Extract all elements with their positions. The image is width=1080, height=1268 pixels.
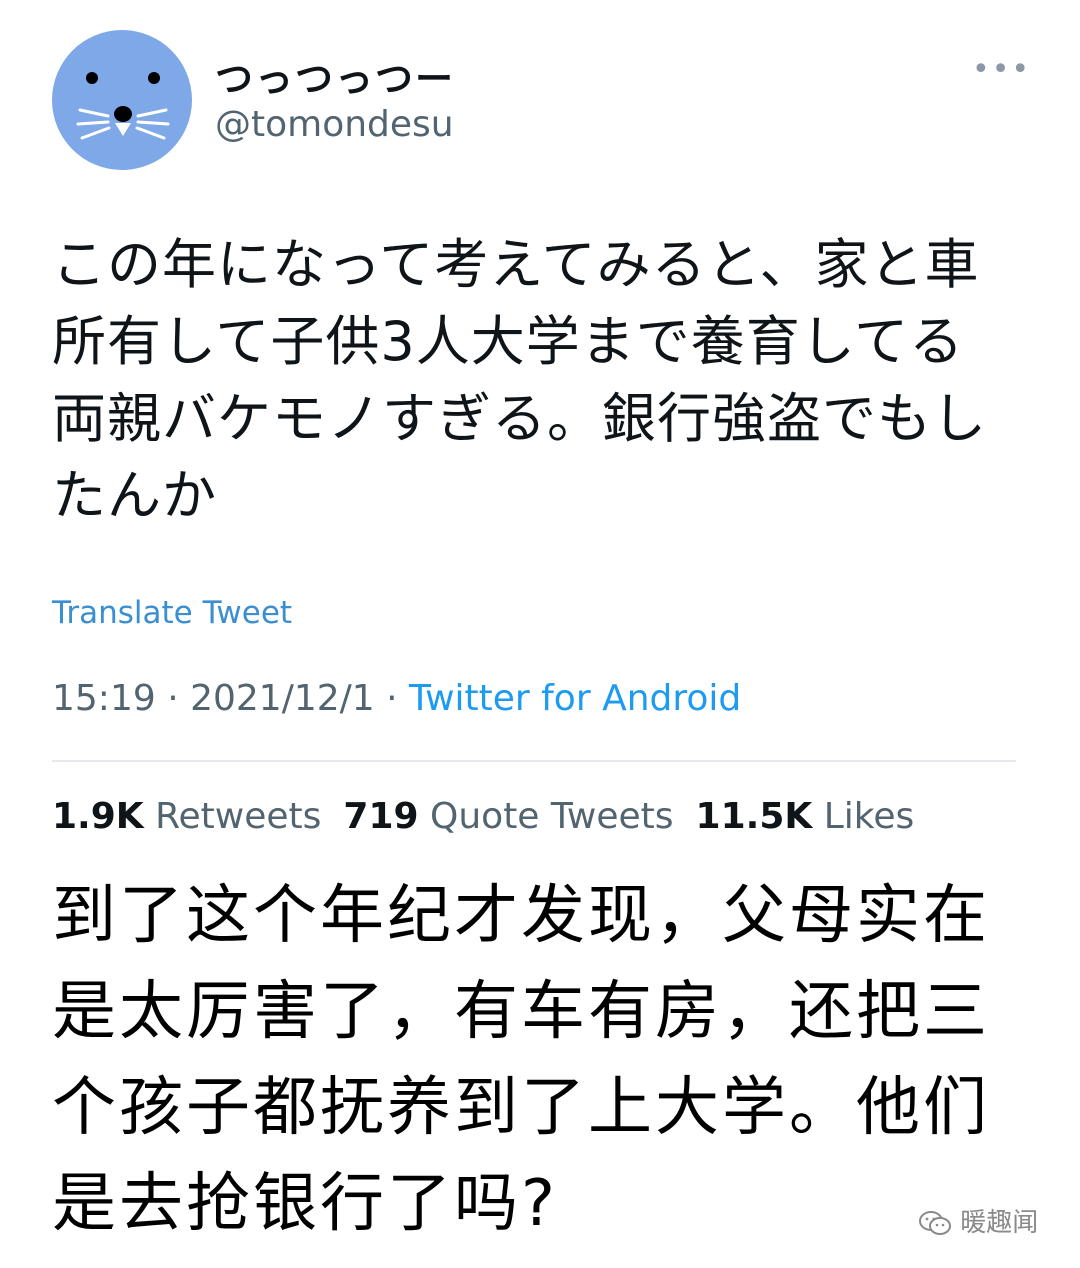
tweet-text-line: 所有して子供3人大学まで養育してる <box>52 310 965 373</box>
caption-line: 是太厉害了，有车有房，还把三 <box>52 975 990 1049</box>
tweet-time[interactable]: 15:19 <box>52 678 156 719</box>
quote-tweets-stat[interactable]: 719 Quote Tweets <box>343 796 673 837</box>
tweet-text-line: 両親バケモノすぎる。銀行強盗でもし <box>52 387 987 450</box>
meta-separator: · <box>374 678 410 719</box>
user-handle[interactable]: @tomondesu <box>215 104 454 145</box>
wechat-icon <box>919 1211 951 1235</box>
likes-stat[interactable]: 11.5K Likes <box>696 796 915 837</box>
retweets-label: Retweets <box>155 796 322 837</box>
display-name[interactable]: つっつっつー <box>215 48 455 103</box>
more-horizontal-icon[interactable]: ••• <box>972 52 1031 87</box>
meta-separator: · <box>155 678 191 719</box>
translation-caption: 到了这个年纪才发现，父母实在 是太厉害了，有车有房，还把三 个孩子都抚养到了上大… <box>52 868 1052 1252</box>
quote-tweets-count: 719 <box>343 796 419 837</box>
tweet-date[interactable]: 2021/12/1 <box>190 678 375 719</box>
tweet-source-link[interactable]: Twitter for Android <box>409 678 741 719</box>
caption-line: 到了这个年纪才发现，父母实在 <box>52 879 990 953</box>
tweet-text-line: たんか <box>52 464 217 527</box>
seal-face-icon <box>76 72 170 140</box>
tweet-text: この年になって考えてみると、家と車 所有して子供3人大学まで養育してる 両親バケ… <box>52 226 1032 534</box>
likes-label: Likes <box>823 796 915 837</box>
caption-line: 是去抢银行了吗? <box>52 1167 558 1241</box>
translate-tweet-link[interactable]: Translate Tweet <box>52 595 292 631</box>
caption-line: 个孩子都抚养到了上大学。他们 <box>52 1071 990 1145</box>
quote-tweets-label: Quote Tweets <box>430 796 674 837</box>
watermark-text: 暖趣闻 <box>960 1208 1039 1238</box>
engagement-stats: 1.9K Retweets 719 Quote Tweets 11.5K Likes <box>52 796 914 837</box>
tweet-text-line: この年になって考えてみると、家と車 <box>52 233 980 296</box>
retweets-stat[interactable]: 1.9K Retweets <box>52 796 321 837</box>
tweet-meta: 15:19 · 2021/12/1 · Twitter for Android <box>52 678 741 719</box>
avatar[interactable] <box>52 30 192 170</box>
retweets-count: 1.9K <box>52 796 144 837</box>
watermark: 暖趣闻 <box>918 1202 1038 1239</box>
likes-count: 11.5K <box>695 796 813 837</box>
divider <box>52 760 1016 762</box>
